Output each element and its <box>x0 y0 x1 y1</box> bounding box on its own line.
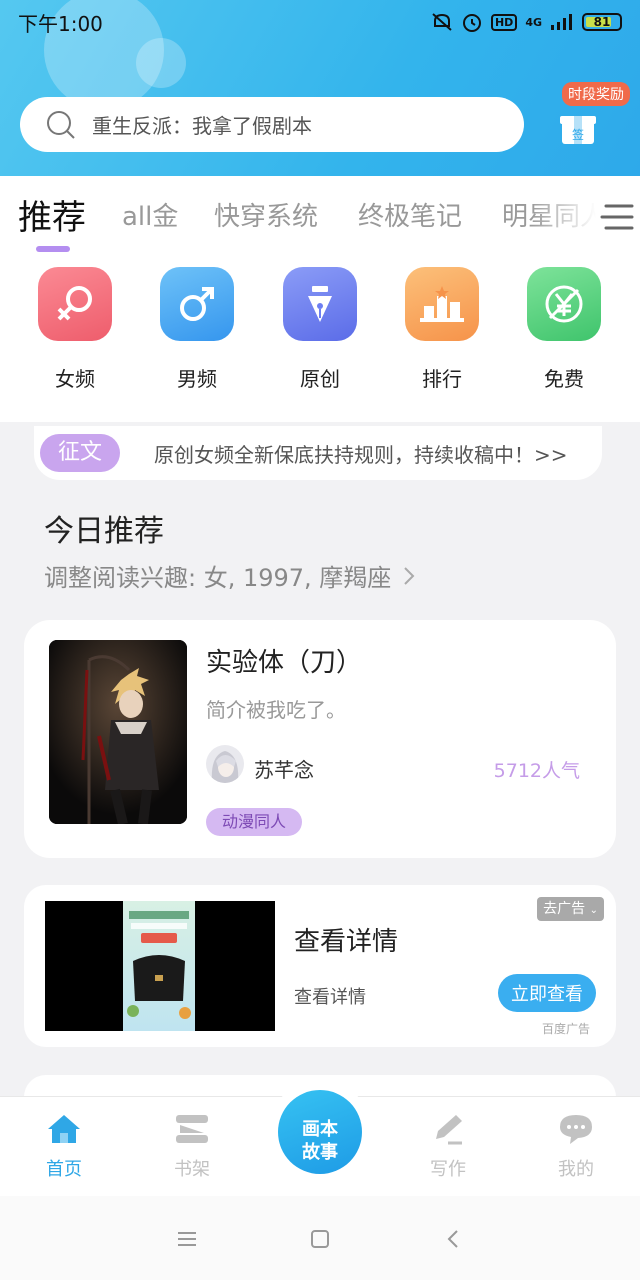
status-icons: HD 4G 81 <box>431 11 622 33</box>
category-tabs: 推荐 all金 快穿系统 终极笔记 明星同人 <box>0 176 640 252</box>
system-nav-bar <box>0 1196 640 1280</box>
ad-poster <box>123 901 195 1031</box>
entry-female[interactable]: 女频 <box>25 267 125 392</box>
status-time: 下午1:00 <box>18 11 103 36</box>
ad-card[interactable]: 去广告 ⌄ 查看详情 查看详情 立即查看 百度广告 <box>24 885 616 1047</box>
search-icon <box>47 110 75 139</box>
entry-free[interactable]: 免费 <box>514 267 614 392</box>
nav-profile[interactable]: 我的 <box>536 1113 616 1181</box>
app-header: 下午1:00 HD 4G 81 重生反派：我拿了假剧本 时段奖励 签 <box>0 0 640 176</box>
square-icon <box>311 1230 329 1248</box>
announcement-text: 原创女频全新保底扶持规则，持续收稿中！>> <box>154 442 568 467</box>
book-card[interactable]: 实验体（刀） 简介被我吃了。 苏芊念 5712人气 动漫同人 <box>24 620 616 858</box>
popularity-count: 5712人气 <box>493 760 580 782</box>
entry-label: 原创 <box>300 367 340 391</box>
view-now-button[interactable]: 立即查看 <box>498 974 596 1012</box>
alarm-icon <box>462 14 481 32</box>
search-input[interactable]: 重生反派：我拿了假剧本 <box>92 110 312 139</box>
book-description: 简介被我吃了。 <box>206 698 346 722</box>
menu-icon <box>178 1232 196 1246</box>
mute-icon <box>432 13 452 31</box>
reading-interest-text: 调整阅读兴趣: 女, 1997, 摩羯座 <box>44 564 392 592</box>
entry-label: 免费 <box>544 367 584 391</box>
signal-icon <box>551 14 572 30</box>
nav-label: 写作 <box>430 1159 466 1180</box>
remove-ad-button[interactable]: 去广告 ⌄ <box>537 897 604 921</box>
author-name: 苏芊念 <box>254 758 314 782</box>
ad-image <box>45 901 275 1031</box>
category-menu-icon[interactable] <box>600 200 634 234</box>
entry-grid: 女频 男频 原创 排行 免费 <box>0 252 640 422</box>
search-bar[interactable]: 重生反派：我拿了假剧本 <box>20 97 524 152</box>
male-icon <box>160 267 234 341</box>
ranking-icon <box>405 267 479 341</box>
free-icon <box>527 267 601 341</box>
avatar <box>206 745 244 783</box>
remove-ad-label: 去广告 <box>543 901 586 917</box>
ad-subtitle: 查看详情 <box>294 987 366 1008</box>
reading-interest-link[interactable]: 调整阅读兴趣: 女, 1997, 摩羯座 <box>44 558 419 593</box>
profile-icon <box>560 1115 592 1144</box>
nav-home[interactable]: 首页 <box>24 1113 104 1181</box>
network-type: 4G <box>525 15 542 29</box>
entry-label: 排行 <box>422 367 462 391</box>
entry-label: 女频 <box>55 367 95 391</box>
book-title: 实验体（刀） <box>206 648 363 678</box>
tab-quick-travel[interactable]: 快穿系统 <box>214 196 318 233</box>
gift-icon: 签 <box>560 116 596 144</box>
ad-title: 查看详情 <box>294 927 399 957</box>
hd-icon: HD <box>490 13 518 31</box>
tab-all-gold[interactable]: all金 <box>122 196 178 233</box>
nav-label: 首页 <box>46 1159 82 1180</box>
battery-icon: 81 <box>582 13 622 31</box>
picture-story-line2: 故事 <box>302 1141 338 1163</box>
bookshelf-icon <box>176 1115 208 1143</box>
status-bar: 下午1:00 HD 4G 81 <box>0 0 640 44</box>
nav-bookshelf[interactable]: 书架 <box>152 1113 232 1181</box>
gift-label: 签 <box>572 127 584 142</box>
home-system-button[interactable] <box>305 1224 335 1254</box>
entry-label: 男频 <box>177 367 217 391</box>
entry-original[interactable]: 原创 <box>270 267 370 392</box>
tab-ultimate-notes[interactable]: 终极笔记 <box>358 196 462 233</box>
picture-story-line1: 画本 <box>302 1118 338 1140</box>
genre-tag[interactable]: 动漫同人 <box>206 808 303 836</box>
entry-ranking[interactable]: 排行 <box>392 267 492 392</box>
entry-male[interactable]: 男频 <box>147 267 247 392</box>
book-cover <box>49 640 187 824</box>
announcement-banner[interactable]: 征文 原创女频全新保底扶持规则，持续收稿中！>> <box>34 426 602 480</box>
recent-apps-button[interactable] <box>172 1224 202 1254</box>
section-title: 今日推荐 <box>44 514 164 549</box>
home-icon <box>48 1115 80 1143</box>
pen-icon <box>283 267 357 341</box>
write-icon <box>436 1115 462 1145</box>
back-icon <box>447 1230 458 1248</box>
tab-recommend[interactable]: 推荐 <box>18 190 86 239</box>
ad-source: 百度广告 <box>541 1022 590 1036</box>
nav-write[interactable]: 写作 <box>408 1113 488 1181</box>
battery-level: 81 <box>593 15 611 29</box>
nav-label: 书架 <box>174 1159 210 1180</box>
nav-label: 我的 <box>558 1159 594 1180</box>
reward-badge: 时段奖励 <box>562 82 630 106</box>
female-icon <box>38 267 112 341</box>
chevron-right-icon <box>404 566 415 585</box>
chevron-down-icon: ⌄ <box>589 905 598 916</box>
announcement-tag: 征文 <box>40 434 121 472</box>
reward-button[interactable]: 时段奖励 签 <box>556 82 630 152</box>
decor-bubble <box>136 38 186 88</box>
back-button[interactable] <box>438 1224 468 1254</box>
picture-story-button[interactable]: 画本 故事 <box>278 1090 362 1174</box>
